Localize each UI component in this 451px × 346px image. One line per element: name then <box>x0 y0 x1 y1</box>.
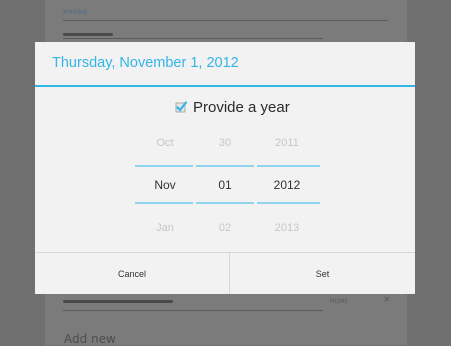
month-next[interactable]: Jan <box>135 222 195 234</box>
cancel-button[interactable]: Cancel <box>35 253 229 294</box>
provide-year-toggle[interactable]: Provide a year <box>175 97 290 117</box>
day-selection-bottom <box>196 202 254 204</box>
dialog-title: Thursday, November 1, 2012 <box>52 55 239 71</box>
year-current[interactable]: 2012 <box>257 178 317 192</box>
month-selection-top <box>135 165 193 167</box>
day-current[interactable]: 01 <box>195 178 255 192</box>
month-selection-bottom <box>135 202 193 204</box>
checkbox-checked-icon[interactable] <box>175 101 187 113</box>
month-prev[interactable]: Oct <box>135 137 195 149</box>
year-next[interactable]: 2013 <box>257 222 317 234</box>
year-selection-bottom <box>257 202 320 204</box>
year-prev[interactable]: 2011 <box>257 137 317 149</box>
add-new-link[interactable]: Add new <box>64 332 116 346</box>
day-next[interactable]: 02 <box>195 222 255 234</box>
section-divider <box>63 20 388 21</box>
year-selection-top <box>257 165 320 167</box>
provide-year-label: Provide a year <box>193 98 290 116</box>
phone-field-underline <box>63 38 323 39</box>
remove-field-icon[interactable]: × <box>383 295 391 305</box>
phone-type-selector[interactable]: HOME <box>330 298 348 305</box>
phone-number-field[interactable] <box>63 33 113 36</box>
day-selection-top <box>196 165 254 167</box>
phone-field-underline-2 <box>63 310 323 311</box>
set-button[interactable]: Set <box>230 253 415 294</box>
month-current[interactable]: Nov <box>135 178 195 192</box>
title-divider <box>35 85 415 87</box>
phone-number-field-2[interactable] <box>63 300 173 303</box>
date-picker-dialog: Thursday, November 1, 2012 Provide a yea… <box>35 42 415 294</box>
phone-section-label: PHONE <box>63 9 88 16</box>
day-prev[interactable]: 30 <box>195 137 255 149</box>
